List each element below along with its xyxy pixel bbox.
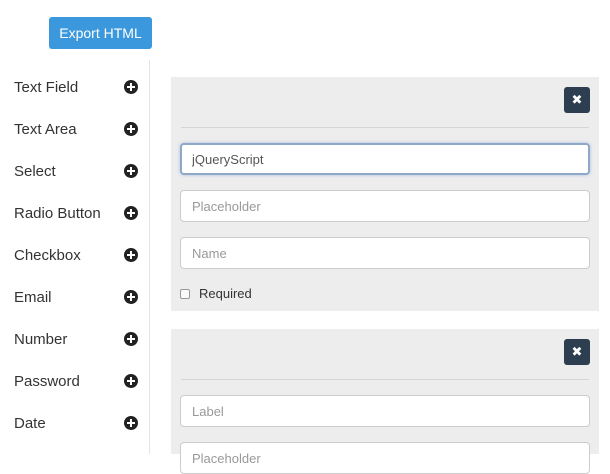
sidebar-item-date[interactable]: Date [0,402,150,444]
sidebar-item-text-area[interactable]: Text Area [0,108,150,150]
plus-circle-icon[interactable] [124,248,138,262]
sidebar-item-text-field[interactable]: Text Field [0,66,150,108]
required-checkbox[interactable] [180,288,190,299]
export-html-button[interactable]: Export HTML [49,17,152,49]
sidebar-item-radio-button[interactable]: Radio Button [0,192,150,234]
divider [181,379,589,380]
label-input[interactable] [180,395,590,427]
sidebar-item-label: Number [14,330,68,348]
plus-circle-icon[interactable] [124,416,138,430]
close-icon[interactable]: ✖ [564,87,590,113]
placeholder-input[interactable] [180,190,590,222]
required-label: Required [199,286,252,301]
sidebar-item-label: Select [14,162,56,180]
divider [181,127,589,128]
name-input[interactable] [180,237,590,269]
plus-circle-icon[interactable] [124,206,138,220]
sidebar: Text Field Text Area Select Radio Button… [0,60,150,454]
close-icon[interactable]: ✖ [564,339,590,365]
sidebar-item-checkbox[interactable]: Checkbox [0,234,150,276]
field-panel: ✖ [171,329,599,474]
sidebar-item-label: Password [14,372,80,390]
label-input[interactable] [180,143,590,175]
plus-circle-icon[interactable] [124,332,138,346]
sidebar-item-label: Checkbox [14,246,81,264]
required-row: Required [180,286,252,301]
placeholder-input[interactable] [180,442,590,474]
plus-circle-icon[interactable] [124,374,138,388]
field-panel: ✖ Required [171,77,599,311]
plus-circle-icon[interactable] [124,122,138,136]
sidebar-item-label: Text Area [14,120,77,138]
sidebar-item-label: Email [14,288,52,306]
sidebar-item-number[interactable]: Number [0,318,150,360]
sidebar-item-label: Text Field [14,78,79,96]
sidebar-item-password[interactable]: Password [0,360,150,402]
sidebar-item-label: Date [14,414,46,432]
plus-circle-icon[interactable] [124,290,138,304]
sidebar-item-email[interactable]: Email [0,276,150,318]
plus-circle-icon[interactable] [124,80,138,94]
sidebar-item-select[interactable]: Select [0,150,150,192]
sidebar-item-label: Radio Button [14,204,101,222]
plus-circle-icon[interactable] [124,164,138,178]
